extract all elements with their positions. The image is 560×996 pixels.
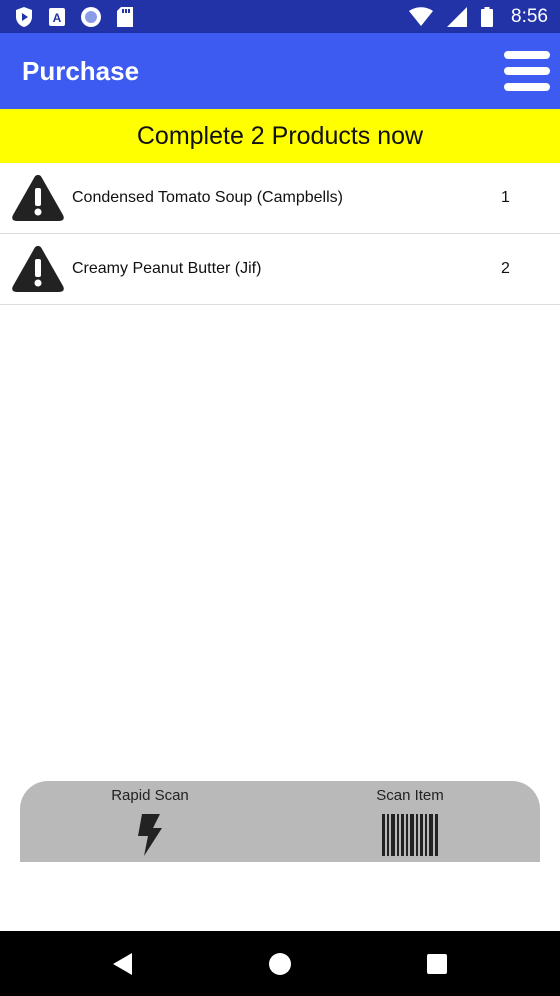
back-triangle-icon [113, 953, 132, 975]
product-name: Condensed Tomato Soup (Campbells) [72, 189, 343, 206]
a-text-icon: A [49, 7, 65, 26]
page-title: Purchase [22, 55, 140, 86]
warning-icon [12, 175, 64, 221]
battery-icon [481, 6, 494, 27]
banner-text: Complete 2 Products now [136, 121, 424, 150]
hamburger-icon [504, 67, 550, 75]
svg-text:A: A [53, 11, 62, 25]
product-list: Condensed Tomato Soup (Campbells) 1 Crea… [0, 163, 560, 305]
status-notifications: A [14, 6, 134, 28]
list-item[interactable]: Condensed Tomato Soup (Campbells) 1 [0, 163, 560, 234]
signal-icon [447, 6, 468, 27]
play-protect-icon [16, 6, 32, 27]
status-system: 8:56 [409, 6, 548, 28]
sd-card-icon [117, 6, 133, 27]
warning-icon [12, 246, 64, 292]
home-button[interactable] [265, 949, 295, 979]
rapid-scan-button[interactable]: Rapid Scan [20, 781, 280, 862]
back-button[interactable] [108, 949, 138, 979]
product-quantity: 1 [501, 189, 510, 206]
recents-button[interactable] [422, 949, 452, 979]
system-nav-bar [0, 931, 560, 996]
product-quantity: 2 [501, 260, 510, 277]
scan-item-label: Scan Item [376, 787, 444, 804]
status-bar: A 8:56 [0, 0, 560, 33]
recents-square-icon [427, 954, 447, 974]
home-circle-icon [269, 953, 291, 975]
list-item[interactable]: Creamy Peanut Butter (Jif) 2 [0, 234, 560, 305]
product-name: Creamy Peanut Butter (Jif) [72, 260, 262, 277]
menu-button[interactable] [504, 51, 550, 91]
hamburger-icon [504, 83, 550, 91]
rapid-scan-label: Rapid Scan [111, 787, 189, 804]
lightning-bolt-icon [138, 814, 162, 856]
app-bar: Purchase [0, 33, 560, 109]
hamburger-icon [504, 51, 550, 59]
barcode-icon [382, 814, 438, 856]
alert-banner: Complete 2 Products now [0, 109, 560, 163]
scan-bar: Rapid Scan Scan Item [20, 781, 540, 862]
circle-record-icon [81, 6, 101, 27]
wifi-icon [409, 6, 434, 26]
scan-item-button[interactable]: Scan Item [280, 781, 540, 862]
status-time: 8:56 [511, 5, 548, 27]
